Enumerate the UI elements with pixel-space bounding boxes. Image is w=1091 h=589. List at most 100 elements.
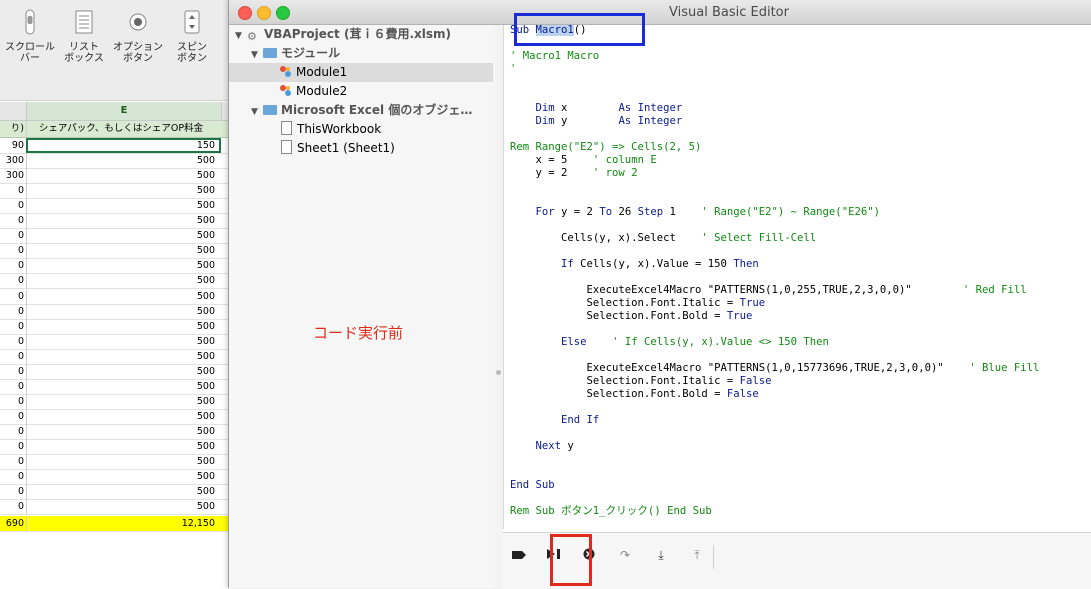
code-line[interactable]: ExecuteExcel4Macro "PATTERNS(1,0,1577369… <box>510 362 1040 375</box>
cell-e[interactable]: 500 <box>26 423 221 439</box>
ribbon-button-option-button[interactable]: オプション ボタン <box>112 8 164 64</box>
object-item-sheet1[interactable]: Sheet1 (Sheet1) <box>281 139 395 158</box>
cell-a[interactable]: 0 <box>0 499 26 514</box>
cell-a[interactable]: 300 <box>0 168 26 183</box>
header-cell-e[interactable]: シェアパック、もしくはシェアOP料金 <box>26 121 221 137</box>
cell-e[interactable]: 500 <box>26 408 221 424</box>
cell-e[interactable]: 500 <box>26 484 221 500</box>
cell-a[interactable]: 0 <box>0 319 26 334</box>
cell-e[interactable]: 500 <box>26 153 221 169</box>
splitter-handle-icon[interactable] <box>496 370 501 375</box>
code-line[interactable]: Selection.Font.Bold = False <box>510 388 759 401</box>
cell-e[interactable]: 500 <box>26 303 221 319</box>
cell-e[interactable]: 500 <box>26 439 221 454</box>
cell-e[interactable]: 500 <box>26 198 221 214</box>
cell-a[interactable]: 0 <box>0 183 26 198</box>
zoom-button[interactable] <box>276 6 290 20</box>
code-line[interactable]: Rem Sub ボタン1_クリック() End Sub <box>510 505 712 518</box>
cell-e[interactable]: 500 <box>26 318 221 334</box>
code-line[interactable]: Next y <box>510 440 574 453</box>
code-line[interactable]: End Sub <box>510 479 555 492</box>
cell-e[interactable]: 500 <box>26 288 221 304</box>
cell-e[interactable]: 500 <box>26 454 221 470</box>
cell-a[interactable]: 0 <box>0 258 26 273</box>
object-item-thisworkbook[interactable]: ThisWorkbook <box>281 120 381 139</box>
cell-a[interactable]: 0 <box>0 213 26 228</box>
cell-a[interactable]: 0 <box>0 334 26 349</box>
toggle-breakpoint-icon[interactable] <box>509 545 529 565</box>
code-line[interactable]: x = 5 ' column E <box>510 154 657 167</box>
disclosure-triangle-icon[interactable]: ▼ <box>251 103 263 122</box>
cell-e[interactable]: 500 <box>26 258 221 274</box>
cell-a[interactable]: 0 <box>0 454 26 469</box>
cell-a[interactable]: 0 <box>0 469 26 484</box>
group-modules[interactable]: ▼ モジュール <box>251 44 340 63</box>
code-line[interactable]: y = 2 ' row 2 <box>510 167 638 180</box>
cell-a[interactable]: 300 <box>0 153 26 168</box>
cell-e[interactable]: 500 <box>26 243 221 259</box>
cell-a[interactable]: 0 <box>0 424 26 439</box>
cell-e[interactable]: 500 <box>26 469 221 485</box>
cell-e[interactable]: 500 <box>26 228 221 244</box>
code-editor[interactable]: Sub Macro1() ' Macro1 Macro ' Dim x As Int… <box>503 25 1091 529</box>
close-button[interactable] <box>238 6 252 20</box>
disclosure-triangle-icon[interactable]: ▼ <box>235 27 247 46</box>
code-line[interactable]: Else ' If Cells(y, x).Value <> 150 Then <box>510 336 829 349</box>
code-line[interactable]: If Cells(y, x).Value = 150 Then <box>510 258 759 271</box>
code-line[interactable]: Selection.Font.Italic = False <box>510 375 772 388</box>
code-line[interactable]: For y = 2 To 26 Step 1 ' Range("E2") ~ R… <box>510 206 880 219</box>
ribbon-button-listbox[interactable]: リスト ボックス <box>58 8 110 64</box>
code-line[interactable]: Selection.Font.Bold = True <box>510 310 753 323</box>
minimize-button[interactable] <box>257 6 271 20</box>
cell-a[interactable]: 0 <box>0 379 26 394</box>
cell-a[interactable]: 0 <box>0 349 26 364</box>
cell-e[interactable]: 500 <box>26 499 221 515</box>
cell-a[interactable]: 0 <box>0 273 26 288</box>
code-token: ' row 2 <box>592 167 638 179</box>
code-line[interactable]: ExecuteExcel4Macro "PATTERNS(1,0,255,TRU… <box>510 284 1027 297</box>
code-line[interactable]: End If <box>510 414 599 427</box>
code-line[interactable]: Cells(y, x).Select ' Select Fill-Cell <box>510 232 816 245</box>
step-out-icon[interactable]: ⤒ <box>687 545 707 565</box>
code-line[interactable]: ' Macro1 Macro <box>510 50 599 63</box>
module-item-module2[interactable]: Module2 <box>279 82 347 101</box>
column-header-e[interactable]: E <box>26 102 222 120</box>
code-line[interactable]: Dim x As Integer <box>510 102 683 115</box>
cell-e[interactable]: 150 <box>26 138 221 153</box>
cell-e[interactable]: 500 <box>26 213 221 229</box>
group-excel-objects[interactable]: ▼ Microsoft Excel 個のオブジェ… <box>251 101 472 120</box>
cell-a[interactable]: 0 <box>0 394 26 409</box>
code-line[interactable]: Dim y As Integer <box>510 115 683 128</box>
cell-e[interactable]: 500 <box>26 273 221 289</box>
step-over-icon[interactable]: ↷ <box>615 545 635 565</box>
cell-a[interactable]: 90 <box>0 138 26 153</box>
cell-a[interactable]: 0 <box>0 198 26 213</box>
cell-a[interactable]: 0 <box>0 304 26 319</box>
code-line[interactable]: Rem Range("E2") => Cells(2, 5) <box>510 141 701 154</box>
step-into-icon[interactable]: ⤓ <box>651 545 671 565</box>
cell-a[interactable]: 0 <box>0 439 26 454</box>
total-cell-a[interactable]: 690 <box>0 516 26 531</box>
cell-e[interactable]: 500 <box>26 348 221 364</box>
ribbon-button-scrollbar[interactable]: スクロール バー <box>4 8 56 64</box>
module-item-module1[interactable]: Module1 <box>229 63 493 82</box>
cell-e[interactable]: 500 <box>26 168 221 184</box>
cell-a[interactable]: 0 <box>0 364 26 379</box>
total-cell-e[interactable]: 12,150 <box>26 516 221 532</box>
cell-e[interactable]: 500 <box>26 393 221 409</box>
cell-a[interactable]: 0 <box>0 409 26 424</box>
pane-splitter[interactable] <box>495 25 503 588</box>
cell-a[interactable]: 0 <box>0 289 26 304</box>
cell-e[interactable]: 500 <box>26 363 221 379</box>
code-line[interactable]: Selection.Font.Italic = True <box>510 297 766 310</box>
ribbon-button-spin-button[interactable]: スピン ボタン <box>166 8 218 64</box>
cell-e[interactable]: 500 <box>26 183 221 199</box>
cell-a[interactable]: 0 <box>0 243 26 258</box>
cell-a[interactable]: 0 <box>0 228 26 243</box>
cell-a[interactable]: 0 <box>0 484 26 499</box>
code-line[interactable]: ' <box>510 63 516 76</box>
cell-e[interactable]: 500 <box>26 333 221 349</box>
cell-e[interactable]: 500 <box>26 378 221 394</box>
project-root[interactable]: ▼ ⚙ VBAProject (茸ｉ６費用.xlsm) <box>235 25 451 44</box>
header-cell-a[interactable]: り) <box>0 121 26 137</box>
